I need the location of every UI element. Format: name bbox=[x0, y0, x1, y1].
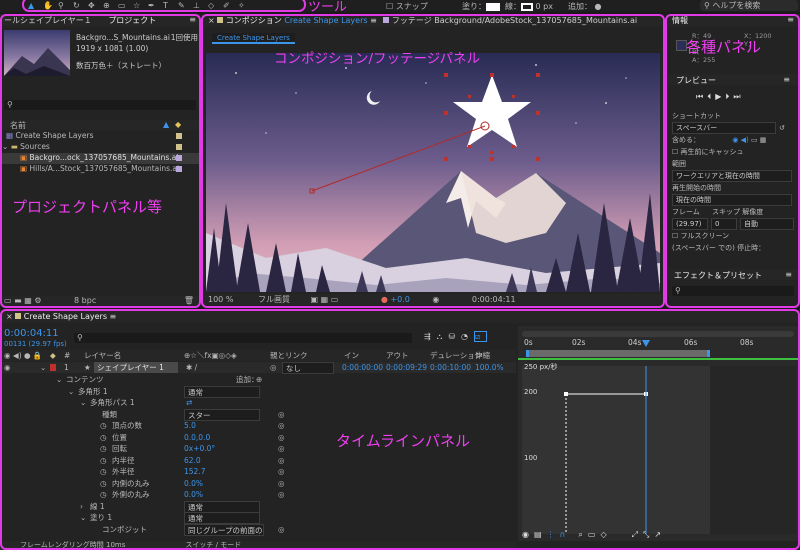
annotation-tool: ツール bbox=[308, 0, 348, 15]
star-tool-icon[interactable]: ☆ bbox=[133, 1, 145, 13]
snap-box-icon: ☐ bbox=[386, 2, 394, 11]
help-search-input[interactable]: ヘルプを検索 bbox=[712, 1, 760, 10]
fill-control[interactable]: 塗り： bbox=[462, 1, 500, 12]
comp-panel-highlight bbox=[201, 14, 665, 308]
search-icon: ⚲ bbox=[704, 1, 710, 10]
rotate-tool-icon[interactable]: ↻ bbox=[73, 1, 85, 13]
snap-label: スナップ bbox=[395, 2, 428, 11]
info-panel-highlight bbox=[665, 14, 800, 308]
camera-tool-icon[interactable]: ✥ bbox=[88, 1, 100, 13]
pan-tool-icon[interactable]: ⊕ bbox=[103, 1, 115, 13]
timeline-panel-highlight bbox=[0, 309, 800, 550]
pen-tool-icon[interactable]: ✒ bbox=[148, 1, 160, 13]
hand-tool-icon[interactable]: ✋ bbox=[43, 1, 55, 13]
stamp-tool-icon[interactable]: ⊥ bbox=[193, 1, 205, 13]
add-control[interactable]: 追加： ● bbox=[568, 1, 602, 12]
selection-tool-icon[interactable]: ▲ bbox=[28, 1, 40, 13]
eraser-tool-icon[interactable]: ◇ bbox=[208, 1, 220, 13]
zoom-tool-icon[interactable]: ⚲ bbox=[58, 1, 70, 13]
snap-checkbox[interactable]: ☐ スナップ bbox=[386, 1, 428, 12]
project-panel-highlight bbox=[0, 14, 201, 308]
stroke-label: 線： bbox=[505, 2, 521, 11]
stroke-control[interactable]: 線： 0 px bbox=[505, 1, 553, 12]
roto-tool-icon[interactable]: ✐ bbox=[223, 1, 235, 13]
type-tool-icon[interactable]: T bbox=[163, 1, 175, 13]
stroke-width[interactable]: 0 px bbox=[536, 2, 553, 11]
help-search[interactable]: ⚲ ヘルプを検索 bbox=[700, 0, 798, 11]
brush-tool-icon[interactable]: ✎ bbox=[178, 1, 190, 13]
puppet-tool-icon[interactable]: ✧ bbox=[238, 1, 250, 13]
rect-tool-icon[interactable]: ▭ bbox=[118, 1, 130, 13]
fill-label: 塗り： bbox=[462, 2, 486, 11]
fill-swatch[interactable] bbox=[486, 2, 500, 11]
tool-icons: ▲ ✋ ⚲ ↻ ✥ ⊕ ▭ ☆ ✒ T ✎ ⊥ ◇ ✐ ✧ bbox=[28, 1, 303, 11]
add-label: 追加： bbox=[568, 2, 592, 11]
stroke-swatch[interactable] bbox=[521, 2, 533, 11]
